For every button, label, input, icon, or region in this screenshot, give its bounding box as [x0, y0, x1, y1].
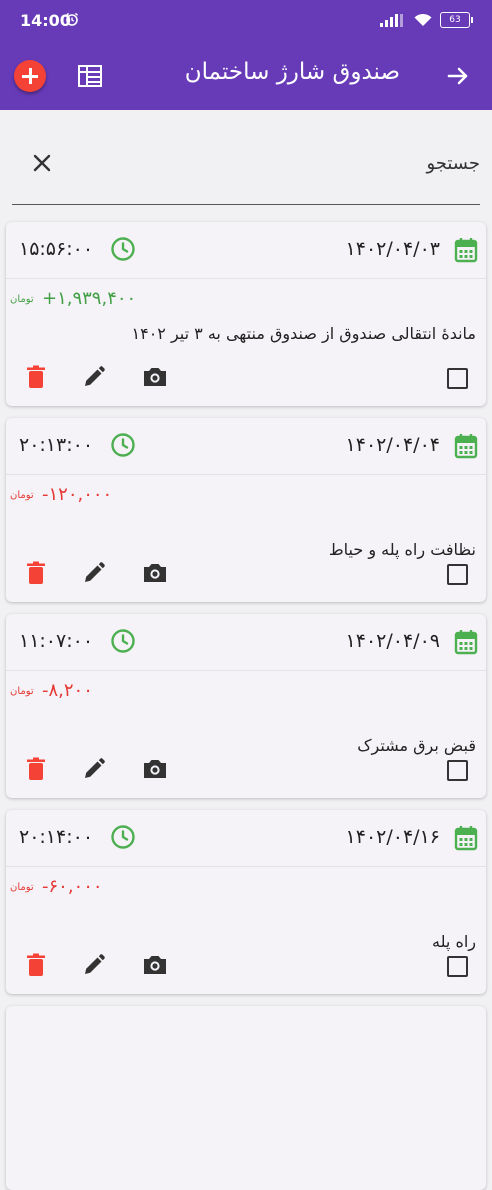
calendar-icon [454, 629, 478, 655]
currency-label: تومان [10, 686, 34, 697]
transaction-amount: +۱,۹۳۹,۴۰۰ [42, 288, 137, 309]
transaction-description: قبض برق مشترک [357, 736, 476, 755]
status-icons: 63 [380, 11, 473, 29]
battery-icon: 63 [440, 12, 473, 28]
currency-label: تومان [10, 294, 34, 305]
card-header: ۱۵:۵۶:۰۰ ۱۴۰۲/۰۴/۰۳ [6, 222, 486, 279]
transaction-date: ۱۴۰۲/۰۴/۰۴ [345, 434, 440, 456]
search-input[interactable] [72, 148, 480, 178]
select-checkbox[interactable] [447, 368, 468, 389]
transaction-date: ۱۴۰۲/۰۴/۰۹ [345, 630, 440, 652]
status-time: 14:00 [20, 11, 71, 30]
transaction-time: ۲۰:۱۳:۰۰ [19, 434, 94, 456]
currency-label: تومان [10, 490, 34, 501]
transaction-date: ۱۴۰۲/۰۴/۰۳ [345, 238, 440, 260]
transaction-time: ۱۱:۰۷:۰۰ [19, 630, 94, 652]
select-checkbox[interactable] [447, 760, 468, 781]
camera-icon[interactable] [142, 757, 168, 781]
edit-icon[interactable] [82, 757, 106, 781]
delete-icon[interactable] [26, 953, 46, 977]
camera-icon[interactable] [142, 365, 168, 389]
app-title: صندوق شارژ ساختمان [184, 59, 400, 85]
currency-label: تومان [10, 882, 34, 893]
transaction-card[interactable]: ۲۰:۱۴:۰۰ ۱۴۰۲/۰۴/۱۶ تومان -۶۰,۰۰۰ راه پل… [6, 810, 486, 994]
transaction-amount: -۱۲۰,۰۰۰ [42, 484, 113, 505]
card-header: ۲۰:۱۴:۰۰ ۱۴۰۲/۰۴/۱۶ [6, 810, 486, 867]
card-header: ۱۱:۰۷:۰۰ ۱۴۰۲/۰۴/۰۹ [6, 614, 486, 671]
transaction-time: ۱۵:۵۶:۰۰ [19, 238, 94, 260]
transaction-card[interactable]: ۲۰:۱۳:۰۰ ۱۴۰۲/۰۴/۰۴ تومان -۱۲۰,۰۰۰ نظافت… [6, 418, 486, 602]
camera-icon[interactable] [142, 561, 168, 585]
edit-icon[interactable] [82, 561, 106, 585]
transaction-time: ۲۰:۱۴:۰۰ [19, 826, 94, 848]
status-bar: 14:00 63 [0, 0, 492, 42]
calendar-icon [454, 825, 478, 851]
delete-icon[interactable] [26, 365, 46, 389]
close-icon[interactable] [32, 153, 52, 173]
transaction-description: نظافت راه پله و حیاط [328, 540, 476, 559]
delete-icon[interactable] [26, 561, 46, 585]
transaction-description: راه پله [432, 932, 476, 951]
camera-icon[interactable] [142, 953, 168, 977]
transaction-card[interactable]: ۱۱:۰۷:۰۰ ۱۴۰۲/۰۴/۰۹ تومان -۸,۲۰۰ قبض برق… [6, 614, 486, 798]
edit-icon[interactable] [82, 365, 106, 389]
select-checkbox[interactable] [447, 564, 468, 585]
clock-icon [110, 628, 136, 654]
transaction-card[interactable]: ۱۵:۵۶:۰۰ ۱۴۰۲/۰۴/۰۳ تومان +۱,۹۳۹,۴۰۰ مان… [6, 222, 486, 406]
transaction-date: ۱۴۰۲/۰۴/۱۶ [345, 826, 440, 848]
arrow-forward-icon[interactable] [446, 64, 470, 88]
search-bar [12, 126, 480, 205]
edit-icon[interactable] [82, 953, 106, 977]
calendar-icon [454, 433, 478, 459]
app-bar: صندوق شارژ ساختمان [0, 42, 492, 110]
card-header: ۲۰:۱۳:۰۰ ۱۴۰۲/۰۴/۰۴ [6, 418, 486, 475]
report-icon[interactable] [77, 64, 103, 88]
alarm-icon [65, 12, 79, 26]
clock-icon [110, 432, 136, 458]
clock-icon [110, 236, 136, 262]
transaction-description: ماندهٔ انتقالی صندوق از صندوق منتهی به ۳… [131, 324, 476, 343]
transaction-amount: -۸,۲۰۰ [42, 680, 93, 701]
add-transaction-button[interactable] [14, 60, 46, 92]
transaction-card-partial[interactable] [6, 1006, 486, 1190]
clock-icon [110, 824, 136, 850]
signal-icon [380, 13, 406, 27]
delete-icon[interactable] [26, 757, 46, 781]
transaction-amount: -۶۰,۰۰۰ [42, 876, 103, 897]
select-checkbox[interactable] [447, 956, 468, 977]
wifi-icon [414, 13, 432, 27]
calendar-icon [454, 237, 478, 263]
